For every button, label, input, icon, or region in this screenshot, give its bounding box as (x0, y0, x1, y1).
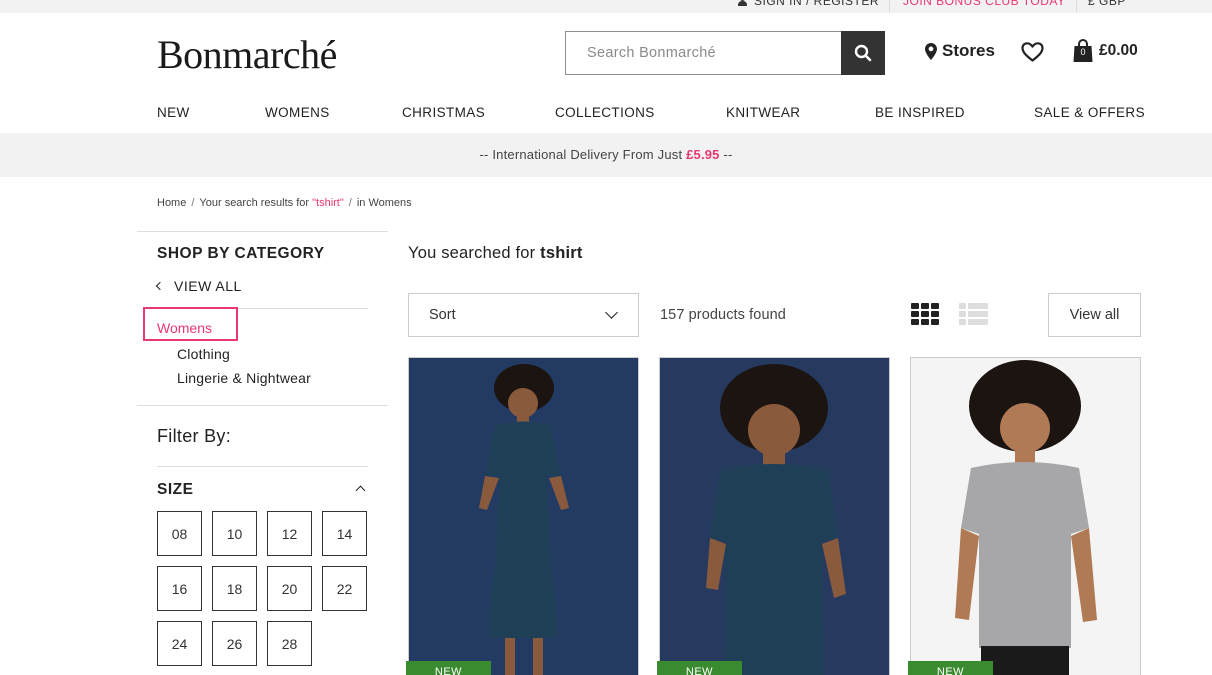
map-pin-icon (925, 42, 937, 60)
filter-by-heading: Filter By: (157, 426, 232, 446)
divider (1076, 0, 1077, 13)
stores-link[interactable]: Stores (925, 41, 995, 61)
category-womens[interactable]: Womens (157, 320, 212, 336)
heart-icon (1021, 42, 1044, 62)
product-card[interactable] (910, 357, 1141, 675)
breadcrumb-home[interactable]: Home (157, 197, 186, 209)
search-summary: You searched for tshirt (408, 244, 583, 262)
wishlist-button[interactable] (1021, 42, 1044, 67)
search-input[interactable] (566, 32, 841, 74)
size-option[interactable]: 18 (212, 566, 257, 611)
shop-by-category-heading: SHOP BY CATEGORY (157, 245, 325, 262)
basket-count: 0 (1080, 47, 1086, 57)
site-logo[interactable]: Bonmarché (157, 31, 337, 78)
new-badge: NEW (908, 661, 993, 675)
product-image (911, 358, 1140, 675)
results-count: 157 products found (660, 307, 786, 323)
size-option[interactable]: 14 (322, 511, 367, 556)
sign-in-link[interactable]: SIGN IN / REGISTER (738, 0, 879, 8)
join-bonus-club-link[interactable]: JOIN BONUS CLUB TODAY (903, 0, 1066, 8)
account-icon (738, 0, 747, 6)
size-filter-heading: SIZE (157, 481, 194, 498)
divider (889, 0, 890, 13)
search-icon (854, 44, 872, 62)
size-option[interactable]: 24 (157, 621, 202, 666)
view-all-categories-link[interactable]: VIEW ALL (155, 278, 242, 294)
product-image (409, 358, 638, 675)
basket-total: £0.00 (1099, 42, 1138, 59)
size-option[interactable]: 08 (157, 511, 202, 556)
size-option[interactable]: 26 (212, 621, 257, 666)
new-badge: NEW (657, 661, 742, 675)
grid-three-column-icon[interactable] (911, 303, 940, 325)
size-option[interactable]: 10 (212, 511, 257, 556)
divider (137, 231, 388, 232)
nav-christmas[interactable]: CHRISTMAS (402, 105, 485, 123)
divider (157, 466, 368, 467)
sort-dropdown[interactable]: Sort (408, 293, 639, 337)
utility-bar: SIGN IN / REGISTER JOIN BONUS CLUB TODAY… (0, 0, 1212, 13)
grid-list-view-icon[interactable] (959, 303, 988, 325)
size-option[interactable]: 12 (267, 511, 312, 556)
shopping-bag-icon: 0 (1073, 39, 1093, 63)
product-card[interactable] (659, 357, 890, 675)
breadcrumb: Home / Your search results for "tshirt" / in… (157, 197, 412, 209)
size-option[interactable]: 28 (267, 621, 312, 666)
nav-new[interactable]: NEW (157, 105, 190, 123)
chevron-left-icon (155, 281, 165, 291)
chevron-up-icon[interactable] (355, 485, 366, 496)
search-query: tshirt (540, 244, 583, 262)
new-badge: NEW (406, 661, 491, 675)
promo-banner: -- International Delivery From Just £5.9… (0, 133, 1212, 177)
size-option[interactable]: 20 (267, 566, 312, 611)
nav-be-inspired[interactable]: BE INSPIRED (875, 105, 965, 123)
size-option[interactable]: 16 (157, 566, 202, 611)
product-card[interactable] (408, 357, 639, 675)
category-clothing[interactable]: Clothing (177, 346, 230, 362)
nav-womens[interactable]: WOMENS (265, 105, 330, 123)
product-image (660, 358, 889, 675)
currency-selector[interactable]: £ GBP (1088, 0, 1126, 8)
category-lingerie-nightwear[interactable]: Lingerie & Nightwear (177, 370, 311, 386)
chevron-down-icon (605, 306, 618, 319)
basket-button[interactable]: 0 £0.00 (1073, 39, 1138, 63)
search-bar (565, 31, 885, 75)
breadcrumb-query: "tshirt" (312, 197, 344, 209)
size-option[interactable]: 22 (322, 566, 367, 611)
nav-sale-offers[interactable]: SALE & OFFERS (1034, 105, 1145, 123)
promo-price: £5.95 (686, 147, 720, 162)
nav-collections[interactable]: COLLECTIONS (555, 105, 655, 123)
view-all-products-button[interactable]: View all (1048, 293, 1141, 337)
divider (137, 405, 388, 406)
nav-knitwear[interactable]: KNITWEAR (726, 105, 800, 123)
search-button[interactable] (841, 31, 885, 75)
